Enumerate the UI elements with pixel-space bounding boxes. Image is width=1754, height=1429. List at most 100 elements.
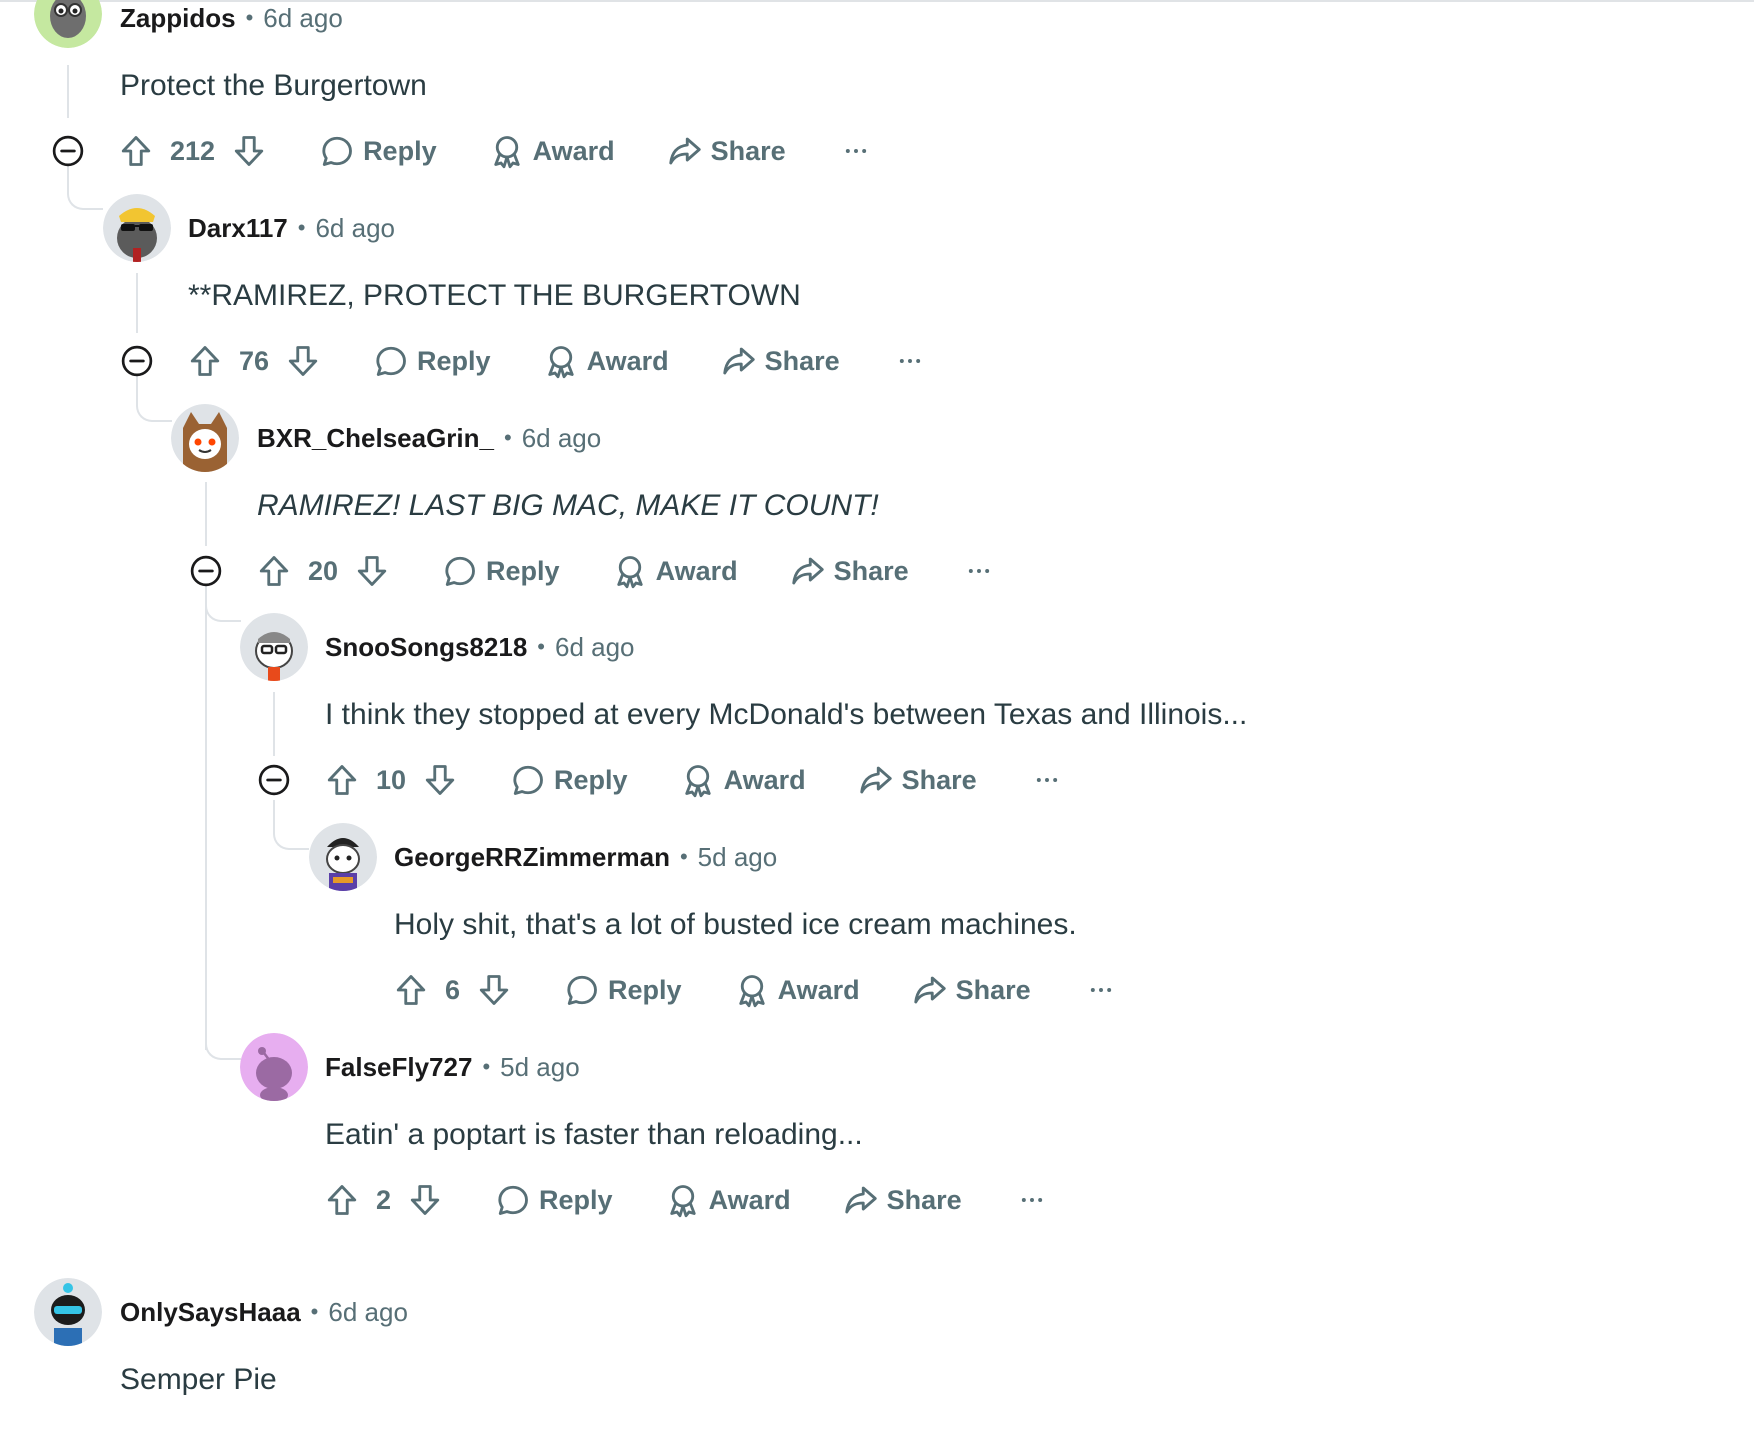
comment-body: Semper Pie [120, 1363, 277, 1396]
vote-score: 212 [170, 135, 216, 166]
vote-score: 10 [376, 764, 407, 795]
comment-timestamp[interactable]: 6d ago [555, 632, 635, 663]
award-icon [612, 553, 648, 589]
reply-button[interactable]: Reply [442, 553, 560, 589]
collapse-button[interactable] [120, 344, 154, 378]
award-label: Award [777, 974, 860, 1005]
comment-timestamp[interactable]: 6d ago [315, 213, 395, 244]
avatar[interactable] [309, 823, 377, 891]
downvote-icon[interactable] [422, 762, 458, 798]
award-button[interactable]: Award [543, 343, 669, 379]
more-options-button[interactable] [1018, 1182, 1046, 1218]
collapse-button[interactable] [257, 763, 291, 797]
more-icon [1087, 976, 1115, 1004]
award-button[interactable]: Award [489, 133, 615, 169]
meta-separator: • [537, 634, 545, 659]
meta-separator: • [297, 215, 306, 240]
comment-body: Holy shit, that's a lot of busted ice cr… [394, 908, 1077, 941]
award-icon [665, 1182, 701, 1218]
share-button[interactable]: Share [843, 1182, 962, 1218]
reply-icon [442, 553, 478, 589]
avatar[interactable] [34, 0, 102, 48]
collapse-icon [189, 554, 223, 588]
comment-author[interactable]: GeorgeRRZimmerman [394, 842, 670, 873]
reply-button[interactable]: Reply [373, 343, 491, 379]
reply-label: Reply [417, 345, 491, 376]
downvote-icon[interactable] [476, 972, 512, 1008]
award-button[interactable]: Award [734, 972, 860, 1008]
upvote-icon[interactable] [324, 1182, 360, 1218]
award-label: Award [708, 1184, 791, 1215]
award-icon [543, 343, 579, 379]
avatar[interactable] [103, 194, 171, 262]
avatar[interactable] [240, 1033, 308, 1101]
more-options-button[interactable] [965, 553, 993, 589]
downvote-icon[interactable] [407, 1182, 443, 1218]
comment-author[interactable]: SnooSongs8218 [325, 632, 527, 663]
thread-elbow [205, 1010, 241, 1060]
comment-timestamp[interactable]: 6d ago [522, 423, 602, 454]
more-options-button[interactable] [842, 133, 870, 169]
share-button[interactable]: Share [858, 762, 977, 798]
downvote-icon[interactable] [231, 133, 267, 169]
comment-author[interactable]: FalseFly727 [325, 1052, 472, 1083]
share-button[interactable]: Share [912, 972, 1031, 1008]
share-button[interactable]: Share [667, 133, 786, 169]
award-button[interactable]: Award [680, 762, 806, 798]
comment-author[interactable]: Darx117 [188, 213, 288, 244]
comment-author[interactable]: Zappidos [120, 3, 236, 34]
meta-separator: • [482, 1054, 491, 1079]
comment-meta: FalseFly727 • 5d ago [325, 1047, 580, 1087]
more-options-button[interactable] [1087, 972, 1115, 1008]
comment-body: Eatin' a poptart is faster than reloadin… [325, 1118, 863, 1151]
award-label: Award [586, 345, 669, 376]
share-icon [858, 762, 894, 798]
award-icon [489, 133, 525, 169]
comment-timestamp[interactable]: 6d ago [328, 1297, 408, 1328]
avatar[interactable] [34, 1278, 102, 1346]
upvote-icon[interactable] [118, 133, 154, 169]
share-button[interactable]: Share [721, 343, 840, 379]
reply-button[interactable]: Reply [510, 762, 628, 798]
award-label: Award [723, 764, 806, 795]
avatar[interactable] [240, 613, 308, 681]
comment-author[interactable]: BXR_ChelseaGrin_ [257, 423, 494, 454]
comment-meta: Darx117 • 6d ago [188, 208, 395, 248]
downvote-icon[interactable] [354, 553, 390, 589]
reply-button[interactable]: Reply [564, 972, 682, 1008]
award-label: Award [655, 555, 738, 586]
comment-timestamp[interactable]: 5d ago [698, 842, 778, 873]
thread-line [136, 273, 138, 333]
more-icon [842, 137, 870, 165]
share-label: Share [955, 974, 1031, 1005]
award-button[interactable]: Award [612, 553, 738, 589]
comment-body: I think they stopped at every McDonald's… [325, 698, 1248, 731]
downvote-icon[interactable] [285, 343, 321, 379]
award-button[interactable]: Award [665, 1182, 791, 1218]
collapse-button[interactable] [189, 554, 223, 588]
upvote-icon[interactable] [256, 553, 292, 589]
comment-timestamp[interactable]: 5d ago [500, 1052, 580, 1083]
upvote-icon[interactable] [324, 762, 360, 798]
comment-author[interactable]: OnlySaysHaaa [120, 1297, 301, 1328]
comment-timestamp[interactable]: 6d ago [263, 3, 343, 34]
meta-separator: • [245, 5, 254, 30]
more-options-button[interactable] [1033, 762, 1061, 798]
share-icon [912, 972, 948, 1008]
thread-line [67, 65, 69, 118]
reply-button[interactable]: Reply [495, 1182, 613, 1218]
share-icon [843, 1182, 879, 1218]
collapse-button[interactable] [51, 134, 85, 168]
upvote-icon[interactable] [393, 972, 429, 1008]
share-button[interactable]: Share [790, 553, 909, 589]
reply-icon [564, 972, 600, 1008]
more-options-button[interactable] [896, 343, 924, 379]
upvote-icon[interactable] [187, 343, 223, 379]
comment-meta: SnooSongs8218 • 6d ago [325, 627, 635, 667]
reply-button[interactable]: Reply [319, 133, 437, 169]
comment-action-bar: 2 Reply Award Share [324, 1177, 1046, 1223]
vote-group: 212 [118, 133, 267, 169]
avatar[interactable] [171, 404, 239, 472]
award-label: Award [532, 135, 615, 166]
share-label: Share [764, 345, 840, 376]
